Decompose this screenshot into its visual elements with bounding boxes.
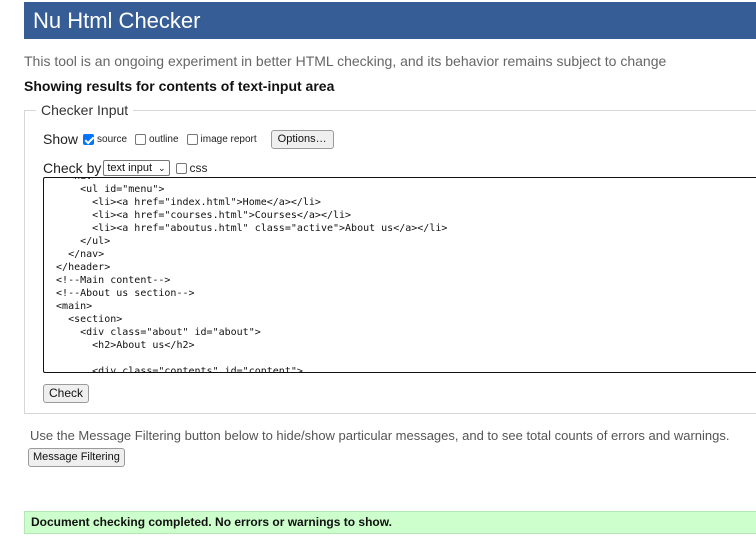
options-button[interactable]: Options… — [270, 129, 334, 149]
chevron-down-icon: ⌄ — [158, 162, 166, 173]
outline-checkbox[interactable] — [135, 133, 147, 145]
message-filtering-info: Use the Message Filtering button below t… — [30, 428, 730, 443]
check-by-label: Check by — [43, 160, 102, 176]
source-textarea[interactable]: <nav> <ul id="menu"> <li><a href="index.… — [43, 177, 756, 373]
image-report-checkbox[interactable] — [186, 133, 198, 145]
code-line: <li><a href="aboutus.html" class="active… — [44, 223, 448, 234]
outline-option-label[interactable]: outline — [149, 134, 178, 145]
code-line: <!--About us section--> — [44, 288, 195, 299]
app-header: Nu Html Checker — [24, 2, 756, 39]
css-checkbox[interactable] — [175, 162, 187, 174]
tagline: This tool is an ongoing experiment in be… — [24, 53, 667, 69]
code-line: <!--Main content--> — [44, 275, 171, 286]
css-label[interactable]: css — [190, 161, 208, 175]
code-line: <main> — [44, 301, 93, 312]
code-line: <li><a href="index.html">Home</a></li> — [44, 197, 321, 208]
code-line: </nav> — [44, 249, 105, 260]
result-success-message: Document checking completed. No errors o… — [24, 511, 756, 534]
source-checkbox[interactable] — [83, 133, 95, 145]
code-line: </header> — [44, 262, 111, 273]
code-line: <ul id="menu"> — [44, 184, 165, 195]
app-title: Nu Html Checker — [33, 8, 201, 33]
check-by-select[interactable]: text input ⌄ — [103, 160, 170, 176]
check-by-value: text input — [107, 162, 152, 174]
check-button[interactable]: Check — [43, 384, 90, 403]
code-line: <h2>About us</h2> — [44, 340, 195, 351]
show-label: Show — [43, 131, 79, 147]
image-report-option-label[interactable]: image report — [201, 134, 257, 145]
results-heading: Showing results for contents of text-inp… — [24, 78, 335, 94]
code-line: <li><a href="courses.html">Courses</a></… — [44, 210, 352, 221]
code-line: <section> — [44, 314, 123, 325]
check-by-row: Check by text input ⌄ css — [43, 159, 208, 177]
checker-input-legend: Checker Input — [41, 102, 129, 118]
code-line: </ul> — [44, 236, 111, 247]
source-option-label[interactable]: source — [97, 134, 127, 145]
show-options-row: Show source outline image report Options… — [43, 129, 334, 149]
code-line: <div class="about" id="about"> — [44, 327, 261, 338]
message-filtering-button[interactable]: Message Filtering — [28, 448, 125, 467]
code-line: <div class="contents" id="content"> — [44, 366, 303, 373]
source-code: <nav> <ul id="menu"> <li><a href="index.… — [44, 178, 756, 373]
